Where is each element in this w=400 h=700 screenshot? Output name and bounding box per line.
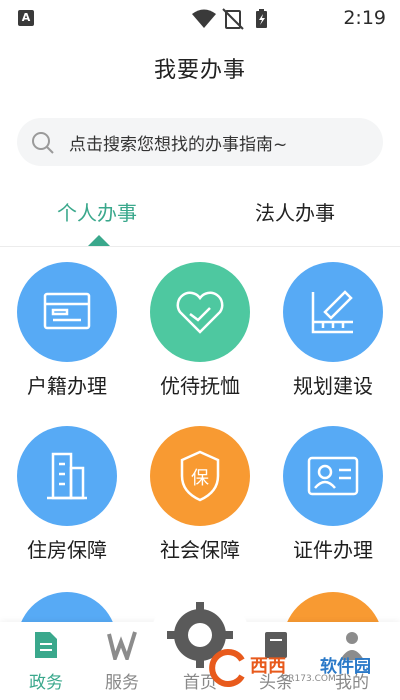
wifi-icon bbox=[192, 9, 216, 28]
nav-item-service[interactable]: 服务 bbox=[82, 630, 162, 693]
search-placeholder: 点击搜索您想找的办事指南~ bbox=[69, 135, 288, 155]
tab-divider bbox=[0, 246, 400, 247]
building-icon bbox=[17, 426, 117, 526]
tab-personal[interactable]: 个人办事 bbox=[57, 197, 137, 226]
service-label: 住房保障 bbox=[27, 538, 107, 562]
household-register-icon bbox=[17, 262, 117, 362]
service-certificate[interactable]: 证件办理 bbox=[266, 426, 400, 563]
nav-label: 服务 bbox=[105, 673, 139, 693]
search-icon bbox=[30, 130, 56, 160]
ruler-pencil-icon bbox=[283, 262, 383, 362]
watermark: 西西 软件园 CR173.COM bbox=[208, 648, 378, 688]
service-label: 户籍办理 bbox=[27, 374, 107, 398]
service-preferential-care[interactable]: 优待抚恤 bbox=[133, 262, 267, 399]
service-planning-construction[interactable]: 规划建设 bbox=[266, 262, 400, 399]
service-housing-security[interactable]: 住房保障 bbox=[0, 426, 134, 563]
battery-icon bbox=[256, 9, 267, 28]
service-social-security[interactable]: 保 社会保障 bbox=[133, 426, 267, 563]
document-icon bbox=[33, 632, 59, 664]
service-label: 规划建设 bbox=[293, 374, 373, 398]
insurance-badge-icon: 保 bbox=[150, 426, 250, 526]
status-time: 2:19 bbox=[343, 7, 386, 29]
watermark-logo-icon bbox=[209, 649, 245, 687]
nav-label: 政务 bbox=[29, 673, 63, 693]
service-w-icon bbox=[107, 631, 137, 665]
service-label: 优待抚恤 bbox=[160, 374, 240, 398]
page-title: 我要办事 bbox=[153, 58, 246, 83]
heart-hand-icon bbox=[150, 262, 250, 362]
no-sim-icon bbox=[222, 8, 244, 30]
nav-item-government[interactable]: 政务 bbox=[6, 630, 86, 693]
status-bar: A 2:19 bbox=[0, 0, 400, 36]
search-bar[interactable]: 点击搜索您想找的办事指南~ bbox=[17, 118, 383, 166]
service-label: 证件办理 bbox=[293, 538, 373, 562]
svg-text:保: 保 bbox=[191, 468, 209, 489]
id-card-icon bbox=[283, 426, 383, 526]
watermark-url: CR173.COM bbox=[282, 674, 336, 684]
active-tab-indicator bbox=[88, 235, 110, 246]
status-icons bbox=[190, 8, 290, 34]
watermark-brand: 西西 bbox=[250, 656, 286, 677]
service-label: 社会保障 bbox=[160, 538, 240, 562]
tab-legal[interactable]: 法人办事 bbox=[255, 197, 335, 226]
service-household-register[interactable]: 户籍办理 bbox=[0, 262, 134, 399]
notification-app-icon: A bbox=[18, 10, 34, 26]
